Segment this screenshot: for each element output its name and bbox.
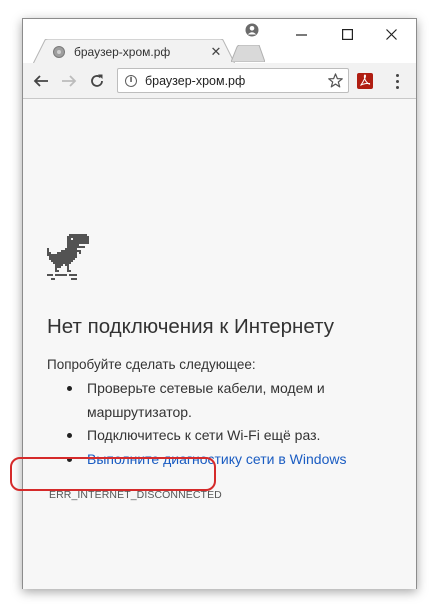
maximize-button[interactable] xyxy=(327,23,367,45)
address-bar[interactable]: браузер-хром.рф xyxy=(117,68,349,93)
minimize-icon xyxy=(295,33,307,36)
globe-icon xyxy=(53,46,65,58)
back-arrow-icon xyxy=(33,75,48,87)
error-title: Нет подключения к Интернету xyxy=(47,315,334,338)
forward-button[interactable] xyxy=(56,68,82,94)
tab-content: браузер-хром.рф ✕ xyxy=(53,41,223,63)
close-window-button[interactable] xyxy=(371,23,411,45)
maximize-icon xyxy=(341,28,353,40)
toolbar: браузер-хром.рф xyxy=(23,63,416,99)
back-button[interactable] xyxy=(28,68,54,94)
star-icon[interactable] xyxy=(325,71,345,91)
dino-icon xyxy=(47,234,89,280)
tab-close-icon[interactable]: ✕ xyxy=(209,45,223,59)
error-code-highlight xyxy=(10,457,216,491)
info-icon[interactable] xyxy=(125,74,137,87)
list-item: Проверьте сетевые кабели, модем и маршру… xyxy=(61,377,401,424)
profile-icon[interactable] xyxy=(245,23,259,37)
reload-button[interactable] xyxy=(84,68,110,94)
close-icon xyxy=(385,28,397,40)
new-tab-button[interactable] xyxy=(231,45,265,62)
reload-icon xyxy=(91,74,103,87)
title-bar: браузер-хром.рф ✕ xyxy=(23,19,416,64)
error-page: Нет подключения к Интернету Попробуйте с… xyxy=(23,99,416,589)
forward-arrow-icon xyxy=(62,75,77,87)
tab-title: браузер-хром.рф xyxy=(74,45,171,59)
url-text[interactable]: браузер-хром.рф xyxy=(145,74,325,88)
suggestions-intro: Попробуйте сделать следующее: xyxy=(47,357,256,372)
menu-icon[interactable] xyxy=(387,71,407,91)
browser-window: браузер-хром.рф ✕ i браузер-хром.рф Нет … xyxy=(22,18,417,589)
pdf-extension-icon[interactable] xyxy=(357,73,373,89)
minimize-button[interactable] xyxy=(281,23,321,45)
list-item: Подключитесь к сети Wi-Fi ещё раз. xyxy=(61,424,401,448)
